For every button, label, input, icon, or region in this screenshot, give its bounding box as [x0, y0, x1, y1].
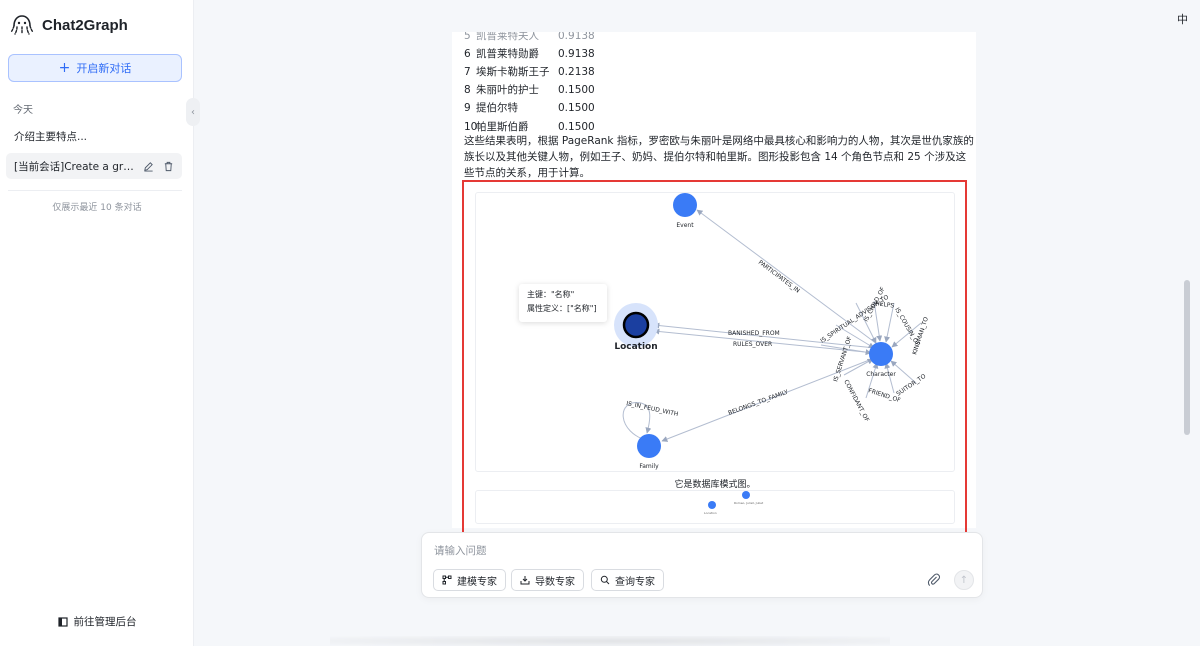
book-icon: [57, 616, 68, 627]
edge-label: RULES_OVER: [733, 341, 772, 348]
sidebar-collapse-handle[interactable]: ‹: [186, 98, 200, 126]
node-label-character: Character: [866, 371, 896, 378]
send-button[interactable]: ↑: [954, 570, 974, 590]
brand[interactable]: Chat2Graph: [10, 14, 128, 36]
trash-icon[interactable]: [162, 160, 174, 172]
question-input[interactable]: 请输入问题: [434, 543, 487, 558]
node-tooltip: 主键："名称" 属性定义：["名称"]: [519, 284, 607, 322]
conversation-item[interactable]: 介绍主要特点...: [6, 123, 182, 149]
scrollbar-thumb[interactable]: [1184, 280, 1190, 435]
edge-label: BANISHED_FROM: [728, 330, 780, 337]
conversation-item-current[interactable]: [当前会话]Create a grap...: [6, 153, 182, 179]
edge-self: [884, 362, 895, 394]
schema-graph[interactable]: PARTICIPATES_IN BANISHED_FROM RULES_OVER…: [476, 193, 956, 473]
ranking-row: 9 提伯尔特 0.1500: [464, 102, 595, 114]
ranking-row: 10帕里斯伯爵 0.1500: [464, 121, 595, 133]
ranking-row: 7 埃斯卡勒斯王子 0.2138: [464, 66, 595, 78]
paperclip-icon[interactable]: [925, 571, 943, 589]
language-toggle[interactable]: 中: [1177, 11, 1188, 27]
bottom-shadow: [330, 636, 890, 646]
node-label-location: Location: [614, 342, 657, 352]
admin-label: 前往管理后台: [73, 616, 137, 628]
recent-hint: 仅展示最近 10 条对话: [52, 203, 142, 213]
assistant-message: 5 凯普莱特夫人 0.9138 6 凯普莱特勋爵 0.9138 7 埃斯卡勒斯王子 0.21…: [452, 32, 976, 528]
node-family[interactable]: [637, 434, 661, 458]
chevron-left-icon: ‹: [191, 106, 195, 118]
edge-label: HELPS: [875, 300, 895, 310]
new-chat-button[interactable]: + 开启新对话: [8, 54, 182, 82]
node-label-family: Family: [639, 463, 659, 470]
edge-label: BELONGS_TO_FAMILY: [727, 389, 789, 417]
edge-label: IS_IN_FEUD_WITH: [626, 400, 679, 418]
conversation-title: [当前会话]Create a grap...: [14, 160, 134, 173]
edge-label: IS_SERVANT_OF: [832, 335, 853, 383]
graph-caption: 它是数据库模式图。: [674, 480, 756, 490]
search-icon: [600, 575, 610, 585]
ranking-row: 5 凯普莱特夫人 0.9138: [464, 32, 595, 42]
octopus-logo-icon: [10, 15, 34, 35]
plus-icon: +: [58, 60, 71, 76]
mini-node-label: Romeo, Juliet, Juliet: [734, 501, 764, 505]
node-label-event: Event: [676, 222, 694, 229]
sidebar: Chat2Graph + 开启新对话 今天 介绍主要特点... [当前会话]Cr…: [0, 0, 194, 646]
admin-link[interactable]: 前往管理后台: [0, 614, 194, 629]
node-location[interactable]: [622, 311, 650, 339]
edge-label: SUITOR_TO: [895, 373, 927, 398]
tooltip-primary-key: 主键："名称": [527, 290, 575, 299]
mini-graph-panel[interactable]: Location Romeo, Juliet, Juliet: [475, 490, 955, 524]
new-chat-label: 开启新对话: [76, 62, 132, 75]
sidebar-divider: [8, 190, 182, 191]
import-expert-button[interactable]: 导数专家: [511, 569, 584, 591]
ranking-row: 8 朱丽叶的护士 0.1500: [464, 84, 595, 96]
modeling-expert-button[interactable]: 建模专家: [433, 569, 506, 591]
mini-node[interactable]: [708, 501, 716, 509]
modeling-icon: [442, 575, 452, 585]
import-icon: [520, 576, 530, 585]
chat-input-box[interactable]: 请输入问题 建模专家 导数专家 查询专家 ↑: [421, 532, 983, 598]
query-expert-button[interactable]: 查询专家: [591, 569, 664, 591]
edge-label: CONFIDANT_OF: [842, 379, 870, 424]
mini-node-label: Location: [704, 511, 717, 515]
edge-label: PARTICIPATES_IN: [757, 259, 801, 295]
node-character[interactable]: [869, 342, 893, 366]
ranking-row: 6 凯普莱特勋爵 0.9138: [464, 48, 595, 60]
section-today-label: 今天: [13, 105, 33, 116]
arrow-up-icon: ↑: [959, 574, 969, 586]
app-name: Chat2Graph: [42, 16, 128, 34]
tooltip-properties: 属性定义：["名称"]: [527, 304, 597, 313]
schema-graph-panel[interactable]: PARTICIPATES_IN BANISHED_FROM RULES_OVER…: [475, 192, 955, 472]
conversation-title: 介绍主要特点...: [14, 130, 88, 143]
summary-text: 这些结果表明，根据 PageRank 指标，罗密欧与朱丽叶是网络中最具核心和影响…: [464, 135, 974, 179]
mini-node[interactable]: [742, 491, 750, 499]
node-event[interactable]: [673, 193, 697, 217]
edit-icon[interactable]: [142, 160, 154, 172]
